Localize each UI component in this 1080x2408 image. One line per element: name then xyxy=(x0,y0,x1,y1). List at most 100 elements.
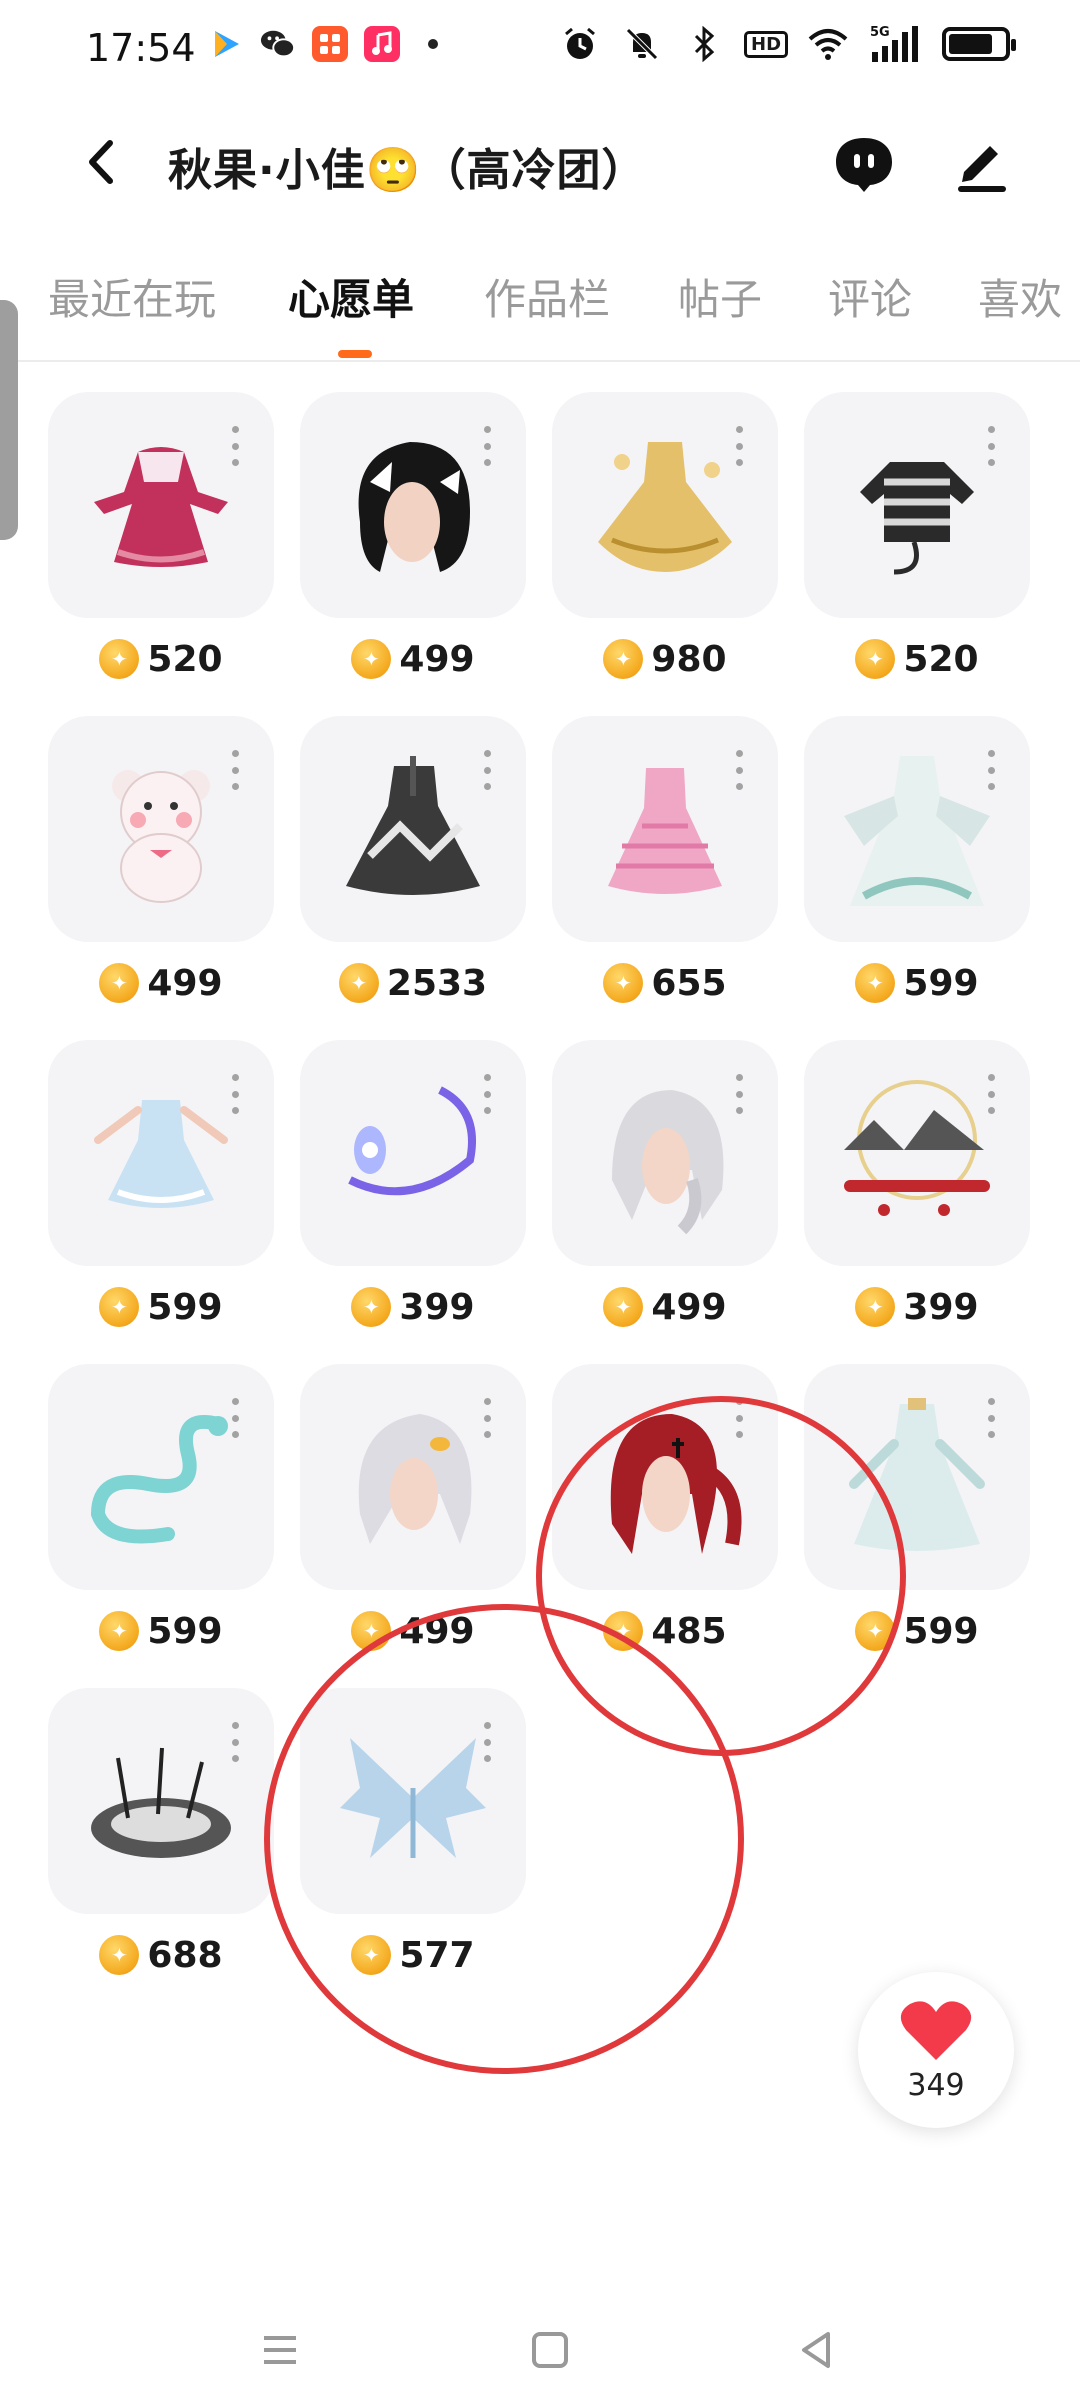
5g-signal-icon: 5G xyxy=(870,24,920,64)
coin-icon: ✦ xyxy=(99,1611,140,1651)
tab-comments[interactable]: 评论 xyxy=(828,266,912,327)
coin-icon: ✦ xyxy=(99,1935,140,1975)
coin-icon: ✦ xyxy=(351,1287,392,1327)
page-title: 秋果·小佳🙄（高冷团） xyxy=(168,145,647,196)
profile-header: 秋果·小佳🙄（高冷团） xyxy=(0,110,1080,220)
wishlist-item[interactable] xyxy=(48,716,274,942)
price-tag: ✦ 499 xyxy=(300,634,526,684)
clock: 17:54 xyxy=(86,26,196,70)
coin-icon: ✦ xyxy=(351,639,392,679)
price-tag: ✦ 399 xyxy=(300,1282,526,1332)
light-blue-dress-icon xyxy=(94,1100,228,1208)
wishlist-item[interactable] xyxy=(48,1688,274,1914)
wishlist-item[interactable] xyxy=(552,392,778,618)
mute-icon xyxy=(622,24,662,64)
tab-works[interactable]: 作品栏 xyxy=(484,266,610,327)
gothic-dress-icon xyxy=(346,756,480,895)
wishlist-item[interactable] xyxy=(48,392,274,618)
hd-icon: HD xyxy=(744,24,789,64)
app-page: 17:54 HD 5G 秋果·小佳🙄（高冷团） 最近在玩 心愿单 作品栏 帖子 … xyxy=(0,0,1080,2408)
app-icon xyxy=(312,26,348,62)
home-icon xyxy=(532,2332,568,2368)
pink-gingham-dress-icon xyxy=(608,768,722,894)
price-tag: ✦ 2533 xyxy=(300,958,526,1008)
like-button[interactable]: 349 xyxy=(858,1972,1014,2128)
annotation-circle xyxy=(264,1604,744,2074)
edit-button[interactable] xyxy=(950,132,1014,196)
tab-likes[interactable]: 喜欢 xyxy=(978,266,1062,327)
menu-button[interactable] xyxy=(250,2320,310,2380)
coin-icon: ✦ xyxy=(855,963,896,1003)
wishlist-item[interactable] xyxy=(300,716,526,942)
back-button[interactable] xyxy=(70,132,130,192)
price-tag: ✦ 520 xyxy=(804,634,1030,684)
bluetooth-icon xyxy=(684,24,724,64)
ink-landscape-icon xyxy=(844,1080,990,1216)
play-icon xyxy=(208,26,244,62)
price-tag: ✦ 599 xyxy=(48,1282,274,1332)
price-tag: ✦ 520 xyxy=(48,634,274,684)
wishlist-item[interactable] xyxy=(300,1040,526,1266)
coin-icon: ✦ xyxy=(99,963,140,1003)
purple-glow-icon xyxy=(348,1086,476,1196)
price-tag: ✦ 655 xyxy=(552,958,778,1008)
heart-icon xyxy=(900,2001,972,2060)
price-tag: ✦ 499 xyxy=(48,958,274,1008)
like-count: 349 xyxy=(907,2068,965,2103)
coin-icon: ✦ xyxy=(855,639,896,679)
home-button[interactable] xyxy=(520,2320,580,2380)
striped-hoodie-icon xyxy=(860,462,974,575)
message-button[interactable] xyxy=(832,132,896,196)
wishlist-item[interactable] xyxy=(300,392,526,618)
price-tag: ✦ 980 xyxy=(552,634,778,684)
black-hair-icon xyxy=(358,442,470,572)
coin-icon: ✦ xyxy=(99,639,140,679)
notification-icons xyxy=(208,26,438,62)
golden-gown-icon xyxy=(598,442,732,572)
wifi-icon xyxy=(808,24,848,64)
coin-icon: ✦ xyxy=(338,963,379,1003)
tab-posts[interactable]: 帖子 xyxy=(678,266,762,327)
tab-recently-played[interactable]: 最近在玩 xyxy=(48,266,216,327)
wishlist-item[interactable] xyxy=(804,716,1030,942)
price-tag: ✦ 599 xyxy=(804,958,1030,1008)
wishlist-item[interactable] xyxy=(552,716,778,942)
back-nav-button[interactable] xyxy=(786,2320,846,2380)
dark-platform-icon xyxy=(91,1747,231,1858)
coin-icon: ✦ xyxy=(855,1287,896,1327)
wishlist-item[interactable] xyxy=(552,1040,778,1266)
menu-icon xyxy=(264,2336,296,2364)
alarm-icon xyxy=(560,24,600,64)
silver-braid-hair-icon xyxy=(612,1090,724,1235)
wishlist-item[interactable] xyxy=(300,1364,526,1590)
silver-hair-clip-icon xyxy=(358,1414,472,1544)
chat-icon xyxy=(836,138,892,192)
price-tag: ✦ 688 xyxy=(48,1930,274,1980)
wechat-icon xyxy=(260,26,296,62)
tab-active-indicator xyxy=(338,350,372,358)
wishlist-item[interactable] xyxy=(48,1364,274,1590)
price-tag: ✦ 499 xyxy=(552,1282,778,1332)
cyan-dragon-icon xyxy=(90,1415,228,1544)
wishlist-item[interactable] xyxy=(804,392,1030,618)
back-arrow-icon xyxy=(89,140,113,184)
coin-icon: ✦ xyxy=(603,1287,644,1327)
battery-icon xyxy=(942,27,1016,61)
back-triangle-icon xyxy=(802,2332,830,2368)
price-tag: ✦ 599 xyxy=(48,1606,274,1656)
profile-tabs: 最近在玩 心愿单 作品栏 帖子 评论 喜欢 xyxy=(0,252,1080,362)
wishlist-item[interactable] xyxy=(48,1040,274,1266)
pencil-icon xyxy=(958,146,1006,192)
side-drawer-handle[interactable] xyxy=(0,300,18,540)
wishlist-item[interactable] xyxy=(804,1040,1030,1266)
tab-wishlist[interactable]: 心愿单 xyxy=(288,266,414,327)
hanfu-gown-icon xyxy=(844,756,990,906)
coin-icon: ✦ xyxy=(99,1287,140,1327)
status-bar: 17:54 HD 5G xyxy=(0,0,1080,96)
price-tag: ✦ 399 xyxy=(804,1282,1030,1332)
coin-icon: ✦ xyxy=(603,639,644,679)
system-navigation-bar xyxy=(0,2300,1080,2408)
teddy-bear-icon xyxy=(112,770,210,903)
svg-text:5G: 5G xyxy=(870,25,890,40)
music-icon xyxy=(364,26,400,62)
